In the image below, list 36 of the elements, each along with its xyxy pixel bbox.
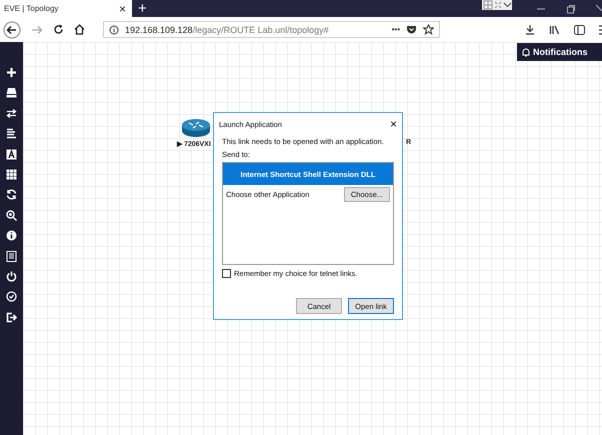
address-field[interactable]: 192.168.109.128/legacy/ROUTE Lab.unl/topology# ••• (103, 21, 440, 38)
close-button[interactable]: × (390, 118, 397, 130)
star-icon[interactable] (423, 24, 434, 35)
grid-icon[interactable] (6, 168, 17, 180)
browser-tab[interactable]: EVE | Topology × (0, 0, 132, 17)
info-icon[interactable] (6, 230, 17, 242)
power-icon[interactable] (6, 270, 17, 282)
home-icon[interactable] (74, 24, 85, 35)
sidebar-icon[interactable] (574, 24, 585, 34)
exit-icon[interactable] (6, 312, 17, 323)
pocket-icon[interactable] (406, 24, 417, 34)
refresh-icon[interactable] (6, 189, 17, 200)
plus-icon[interactable] (6, 67, 17, 78)
info-icon[interactable] (109, 24, 119, 34)
restore-icon[interactable] (566, 4, 576, 14)
checkbox-icon[interactable] (222, 269, 231, 278)
font-icon[interactable] (6, 148, 17, 160)
check-icon[interactable] (6, 291, 17, 302)
menu-icon[interactable] (599, 24, 602, 34)
reload-icon[interactable] (53, 24, 64, 35)
notifications-button[interactable]: Notifications (517, 43, 602, 61)
download-icon[interactable] (525, 24, 535, 35)
lines-icon[interactable] (6, 128, 17, 140)
bell-icon (522, 48, 530, 56)
back-icon[interactable] (3, 20, 21, 38)
router-icon[interactable] (181, 118, 211, 138)
list-icon[interactable] (6, 250, 17, 262)
drive-icon[interactable] (6, 87, 17, 98)
zoom-icon[interactable] (6, 210, 17, 221)
new-tab-button[interactable]: + (138, 1, 147, 16)
page-actions-button[interactable]: ••• (392, 25, 400, 34)
close-tab-button[interactable]: × (118, 2, 126, 14)
window-tools-icon[interactable] (482, 0, 512, 10)
swap-icon[interactable] (6, 108, 17, 119)
close-icon[interactable] (596, 4, 602, 14)
library-icon[interactable] (549, 24, 560, 34)
